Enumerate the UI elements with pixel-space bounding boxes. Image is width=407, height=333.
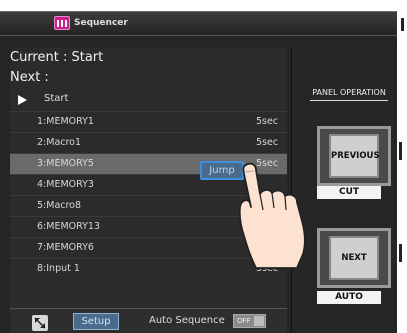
- sequence-row-selected[interactable]: 3:MEMORY5 5sec: [10, 153, 287, 174]
- window-edge-mark: [401, 18, 404, 31]
- next-label: NEXT: [341, 253, 367, 263]
- sequence-row[interactable]: 8:Input 1 5sec: [10, 258, 287, 279]
- sequence-row[interactable]: 2:Macro1 5sec: [10, 132, 287, 153]
- app-title: Sequencer: [74, 18, 128, 28]
- previous-label: PREVIOUS: [331, 151, 380, 161]
- row-label: 2:Macro1: [37, 137, 82, 148]
- row-label: 8:Input 1: [37, 263, 80, 274]
- auto-sequence-toggle[interactable]: OFF: [233, 314, 266, 328]
- row-duration: 5sec: [256, 137, 279, 148]
- previous-button[interactable]: PREVIOUS: [317, 126, 391, 186]
- row-duration: 5sec: [256, 242, 279, 253]
- panel-operation-area: PANEL OPERATION PREVIOUS CUT NEXT AUTO: [291, 48, 397, 333]
- bottom-toolbar: Setup Auto Sequence OFF: [10, 308, 287, 333]
- start-row[interactable]: Start: [10, 90, 287, 110]
- sequencer-app-icon: [54, 16, 70, 30]
- row-label: 1:MEMORY1: [37, 116, 94, 127]
- toggle-state: OFF: [237, 317, 251, 325]
- sequence-row[interactable]: 4:MEMORY3: [10, 174, 287, 195]
- next-button[interactable]: NEXT: [317, 228, 391, 288]
- current-status: Current : Start: [10, 50, 104, 65]
- toggle-knob: [254, 316, 264, 326]
- sequence-panel: Current : Start Next : Start 1:MEMORY1 5…: [10, 48, 287, 333]
- next-status: Next :: [10, 70, 49, 85]
- row-duration: 5sec: [256, 263, 279, 274]
- edge-mark: [399, 244, 402, 262]
- row-label: 5:Macro8: [37, 200, 82, 211]
- play-icon: [18, 95, 27, 105]
- row-label: 3:MEMORY5: [37, 158, 94, 169]
- sequence-row[interactable]: 6:MEMORY13 5sec: [10, 216, 287, 237]
- sequence-row[interactable]: 7:MEMORY6 5sec: [10, 237, 287, 258]
- next-button-face: NEXT: [329, 236, 379, 280]
- edge-mark: [399, 142, 402, 160]
- setup-button[interactable]: Setup: [73, 313, 119, 330]
- row-duration: 5sec: [256, 221, 279, 232]
- row-label: 7:MEMORY6: [37, 242, 94, 253]
- sequence-row[interactable]: 1:MEMORY1 5sec: [10, 111, 287, 132]
- cut-label[interactable]: CUT: [317, 186, 381, 199]
- panel-operation-heading: PANEL OPERATION: [310, 88, 388, 101]
- sequence-row[interactable]: 5:Macro8: [10, 195, 287, 216]
- title-bar: Sequencer: [0, 12, 397, 36]
- row-duration: 5sec: [256, 116, 279, 127]
- row-label: 4:MEMORY3: [37, 179, 94, 190]
- jump-button[interactable]: Jump: [200, 161, 244, 180]
- auto-sequence-label: Auto Sequence: [149, 315, 225, 326]
- auto-label[interactable]: AUTO: [317, 291, 381, 304]
- row-duration: 5sec: [256, 158, 279, 169]
- screenshot: Sequencer Current : Start Next : Start 1…: [0, 0, 407, 333]
- expand-icon[interactable]: [32, 315, 48, 331]
- row-label: 6:MEMORY13: [37, 221, 101, 232]
- start-label: Start: [44, 93, 69, 104]
- previous-button-face: PREVIOUS: [329, 134, 380, 178]
